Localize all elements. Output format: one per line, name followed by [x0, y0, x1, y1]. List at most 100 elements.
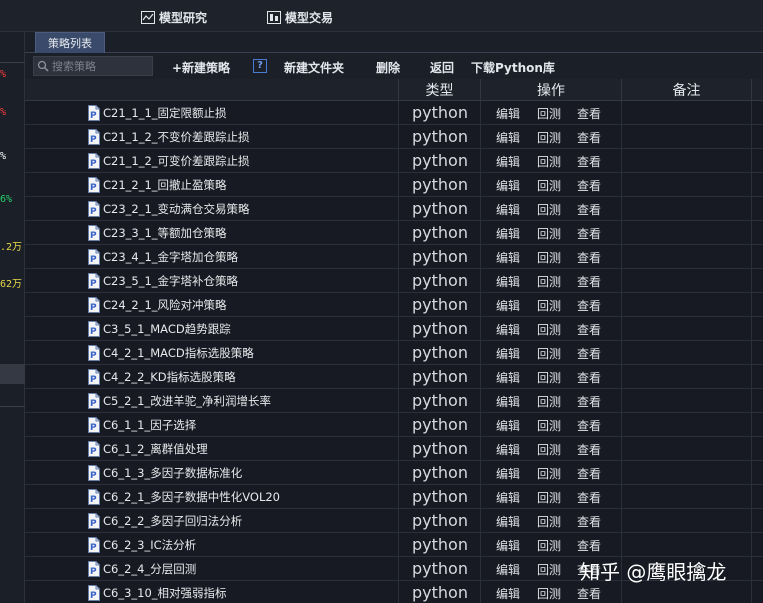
view-button[interactable]: 查看 [577, 153, 601, 170]
strategy-name[interactable]: P C21_1_2_不变价差跟踪止损 [87, 128, 250, 146]
backtest-button[interactable]: 回测 [537, 129, 561, 146]
table-row[interactable]: P C23_3_1_等额加仓策略 python 编辑 回测 查看 [25, 221, 763, 245]
strategy-name[interactable]: P C3_5_1_MACD趋势跟踪 [87, 320, 231, 338]
backtest-button[interactable]: 回测 [537, 249, 561, 266]
view-button[interactable]: 查看 [577, 585, 601, 602]
table-row[interactable]: P C21_1_1_固定限额止损 python 编辑 回测 查看 [25, 101, 763, 125]
new-folder-button[interactable]: 新建文件夹 [284, 59, 344, 76]
backtest-button[interactable]: 回测 [537, 345, 561, 362]
edit-button[interactable]: 编辑 [496, 489, 520, 506]
backtest-button[interactable]: 回测 [537, 177, 561, 194]
view-button[interactable]: 查看 [577, 225, 601, 242]
backtest-button[interactable]: 回测 [537, 441, 561, 458]
strategy-name[interactable]: P C6_2_3_IC法分析 [87, 536, 196, 554]
strategy-name[interactable]: P C23_3_1_等额加仓策略 [87, 224, 227, 242]
table-row[interactable]: P C4_2_2_KD指标选股策略 python 编辑 回测 查看 [25, 365, 763, 389]
table-row[interactable]: P C21_2_1_回撤止盈策略 python 编辑 回测 查看 [25, 173, 763, 197]
edit-button[interactable]: 编辑 [496, 465, 520, 482]
backtest-button[interactable]: 回测 [537, 369, 561, 386]
backtest-button[interactable]: 回测 [537, 585, 561, 602]
backtest-button[interactable]: 回测 [537, 273, 561, 290]
strategy-name[interactable]: P C5_2_1_改进羊驼_净利润增长率 [87, 392, 271, 410]
backtest-button[interactable]: 回测 [537, 105, 561, 122]
view-button[interactable]: 查看 [577, 297, 601, 314]
backtest-button[interactable]: 回测 [537, 393, 561, 410]
view-button[interactable]: 查看 [577, 393, 601, 410]
edit-button[interactable]: 编辑 [496, 105, 520, 122]
table-row[interactable]: P C6_1_2_离群值处理 python 编辑 回测 查看 [25, 437, 763, 461]
backtest-button[interactable]: 回测 [537, 321, 561, 338]
table-row[interactable]: P C6_1_3_多因子数据标准化 python 编辑 回测 查看 [25, 461, 763, 485]
strategy-name[interactable]: P C6_2_1_多因子数据中性化VOL20 [87, 488, 280, 506]
table-row[interactable]: P C6_1_1_因子选择 python 编辑 回测 查看 [25, 413, 763, 437]
edit-button[interactable]: 编辑 [496, 585, 520, 602]
strategy-name[interactable]: P C24_2_1_风险对冲策略 [87, 296, 227, 314]
edit-button[interactable]: 编辑 [496, 153, 520, 170]
edit-button[interactable]: 编辑 [496, 513, 520, 530]
back-button[interactable]: 返回 [430, 59, 454, 76]
edit-button[interactable]: 编辑 [496, 201, 520, 218]
view-button[interactable]: 查看 [577, 489, 601, 506]
strategy-name[interactable]: P C6_2_2_多因子回归法分析 [87, 512, 242, 530]
edit-button[interactable]: 编辑 [496, 393, 520, 410]
edit-button[interactable]: 编辑 [496, 273, 520, 290]
model-research-button[interactable]: 模型研究 [141, 7, 207, 27]
table-row[interactable]: P C23_2_1_变动满仓交易策略 python 编辑 回测 查看 [25, 197, 763, 221]
view-button[interactable]: 查看 [577, 129, 601, 146]
edit-button[interactable]: 编辑 [496, 369, 520, 386]
table-row[interactable]: P C24_2_1_风险对冲策略 python 编辑 回测 查看 [25, 293, 763, 317]
backtest-button[interactable]: 回测 [537, 489, 561, 506]
model-trade-button[interactable]: 模型交易 [267, 7, 333, 27]
view-button[interactable]: 查看 [577, 513, 601, 530]
view-button[interactable]: 查看 [577, 465, 601, 482]
strategy-name[interactable]: P C6_1_2_离群值处理 [87, 440, 208, 458]
table-row[interactable]: P C21_1_2_不变价差跟踪止损 python 编辑 回测 查看 [25, 125, 763, 149]
edit-button[interactable]: 编辑 [496, 225, 520, 242]
backtest-button[interactable]: 回测 [537, 465, 561, 482]
view-button[interactable]: 查看 [577, 273, 601, 290]
strategy-name[interactable]: P C23_5_1_金字塔补仓策略 [87, 272, 238, 290]
view-button[interactable]: 查看 [577, 537, 601, 554]
edit-button[interactable]: 编辑 [496, 537, 520, 554]
backtest-button[interactable]: 回测 [537, 297, 561, 314]
delete-button[interactable]: 删除 [376, 59, 400, 76]
edit-button[interactable]: 编辑 [496, 129, 520, 146]
table-row[interactable]: P C6_2_1_多因子数据中性化VOL20 python 编辑 回测 查看 [25, 485, 763, 509]
table-row[interactable]: P C23_4_1_金字塔加仓策略 python 编辑 回测 查看 [25, 245, 763, 269]
edit-button[interactable]: 编辑 [496, 561, 520, 578]
view-button[interactable]: 查看 [577, 105, 601, 122]
strategy-name[interactable]: P C23_4_1_金字塔加仓策略 [87, 248, 238, 266]
strategy-name[interactable]: P C6_2_4_分层回测 [87, 560, 196, 578]
backtest-button[interactable]: 回测 [537, 513, 561, 530]
edit-button[interactable]: 编辑 [496, 441, 520, 458]
view-button[interactable]: 查看 [577, 201, 601, 218]
edit-button[interactable]: 编辑 [496, 177, 520, 194]
backtest-button[interactable]: 回测 [537, 153, 561, 170]
strategy-name[interactable]: P C6_1_1_因子选择 [87, 416, 196, 434]
help-icon[interactable]: ? [253, 59, 267, 73]
backtest-button[interactable]: 回测 [537, 417, 561, 434]
table-row[interactable]: P C5_2_1_改进羊驼_净利润增长率 python 编辑 回测 查看 [25, 389, 763, 413]
view-button[interactable]: 查看 [577, 321, 601, 338]
backtest-button[interactable]: 回测 [537, 201, 561, 218]
table-row[interactable]: P C23_5_1_金字塔补仓策略 python 编辑 回测 查看 [25, 269, 763, 293]
backtest-button[interactable]: 回测 [537, 561, 561, 578]
edit-button[interactable]: 编辑 [496, 297, 520, 314]
strategy-name[interactable]: P C21_2_1_回撤止盈策略 [87, 176, 227, 194]
table-row[interactable]: P C21_1_2_可变价差跟踪止损 python 编辑 回测 查看 [25, 149, 763, 173]
left-selected-row[interactable] [0, 364, 25, 384]
tab-strategy-list[interactable]: 策略列表 [35, 32, 105, 53]
strategy-name[interactable]: P C23_2_1_变动满仓交易策略 [87, 200, 250, 218]
view-button[interactable]: 查看 [577, 345, 601, 362]
strategy-name[interactable]: P C6_3_10_相对强弱指标 [87, 584, 227, 602]
strategy-name[interactable]: P C4_2_1_MACD指标选股策略 [87, 344, 254, 362]
strategy-name[interactable]: P C21_1_1_固定限额止损 [87, 104, 227, 122]
view-button[interactable]: 查看 [577, 177, 601, 194]
download-python-lib-button[interactable]: 下载Python库 [471, 59, 555, 76]
edit-button[interactable]: 编辑 [496, 321, 520, 338]
strategy-name[interactable]: P C21_1_2_可变价差跟踪止损 [87, 152, 250, 170]
view-button[interactable]: 查看 [577, 417, 601, 434]
search-box[interactable] [33, 56, 153, 76]
strategy-name[interactable]: P C4_2_2_KD指标选股策略 [87, 368, 236, 386]
backtest-button[interactable]: 回测 [537, 225, 561, 242]
